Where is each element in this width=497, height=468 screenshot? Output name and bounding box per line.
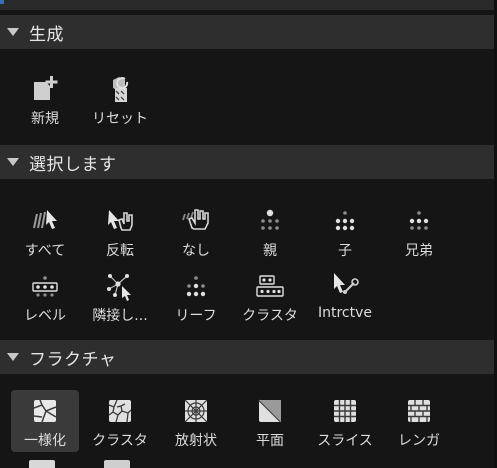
tool-child[interactable]: 子 xyxy=(311,200,379,262)
parent-icon xyxy=(261,209,279,230)
tool-label: なし xyxy=(182,243,210,259)
tool-brick-fracture[interactable]: レンガ xyxy=(385,390,453,452)
tool-label: 一様化 xyxy=(24,433,66,449)
cut-off-tool-icon xyxy=(104,460,130,468)
tool-label: 反転 xyxy=(106,243,134,259)
tool-new[interactable]: 新規 xyxy=(11,68,79,130)
section-header-select[interactable]: 選択します xyxy=(0,145,494,179)
tool-slice-fracture[interactable]: スライス xyxy=(311,390,379,452)
tool-label: リセット xyxy=(92,111,148,127)
new-mesh-icon xyxy=(34,76,58,100)
interactive-icon xyxy=(334,273,359,294)
tool-label: スライス xyxy=(317,433,373,449)
siblings-icon xyxy=(409,211,429,230)
tool-cluster-select[interactable]: クラスタ xyxy=(236,265,304,327)
select-none-icon xyxy=(182,209,209,230)
child-icon xyxy=(335,211,355,231)
tool-label: 兄弟 xyxy=(405,243,433,259)
tool-label: 隣接し... xyxy=(92,308,148,324)
tool-select-all[interactable]: すべて xyxy=(11,200,79,262)
section-title: フラクチャ xyxy=(29,349,117,370)
tool-parent[interactable]: 親 xyxy=(236,200,304,262)
tool-label: Intrctve xyxy=(317,305,373,321)
radial-fracture-icon xyxy=(184,399,208,423)
collapse-arrow-icon[interactable] xyxy=(7,353,19,361)
tool-label: 新規 xyxy=(31,111,59,127)
corner-marker xyxy=(0,0,4,4)
invert-selection-icon xyxy=(108,210,133,231)
tool-reset[interactable]: リセット xyxy=(86,68,154,130)
top-strip xyxy=(0,0,494,10)
tool-cluster-fracture[interactable]: クラスタ xyxy=(86,390,154,452)
tool-label: リーフ xyxy=(175,308,217,324)
leaf-icon xyxy=(186,276,206,297)
tool-select-none[interactable]: なし xyxy=(162,200,230,262)
level-icon xyxy=(32,276,58,297)
tool-label: レベル xyxy=(24,308,66,324)
section-header-fracture[interactable]: フラクチャ xyxy=(0,340,494,374)
tool-label: 放射状 xyxy=(175,433,217,449)
tool-label: レンガ xyxy=(398,433,440,449)
tool-label: クラスタ xyxy=(92,433,148,449)
tool-leaf[interactable]: リーフ xyxy=(162,265,230,327)
uniform-fracture-icon xyxy=(33,399,57,423)
section-title: 選択します xyxy=(29,154,117,175)
tool-label: 子 xyxy=(338,243,352,259)
collapse-arrow-icon[interactable] xyxy=(7,28,19,36)
reset-icon xyxy=(113,77,129,102)
tool-planar-fracture[interactable]: 平面 xyxy=(236,390,304,452)
collapse-arrow-icon[interactable] xyxy=(7,158,19,166)
section-header-generate[interactable]: 生成 xyxy=(0,15,494,49)
cluster-select-icon xyxy=(256,275,284,297)
section-title: 生成 xyxy=(29,24,64,45)
planar-fracture-icon xyxy=(258,399,282,423)
tool-label: すべて xyxy=(24,243,66,259)
tool-radial-fracture[interactable]: 放射状 xyxy=(162,390,230,452)
tool-invert[interactable]: 反転 xyxy=(86,200,154,262)
tool-level[interactable]: レベル xyxy=(11,265,79,327)
tool-neighbors[interactable]: 隣接し... xyxy=(86,265,154,327)
select-all-icon xyxy=(33,210,57,229)
tool-siblings[interactable]: 兄弟 xyxy=(385,200,453,262)
tool-interactive[interactable]: Intrctve xyxy=(311,265,379,327)
tool-label: クラスタ xyxy=(242,308,298,324)
cut-off-tool-icon xyxy=(29,460,55,468)
tool-uniform-fracture[interactable]: 一様化 xyxy=(11,390,79,452)
tool-label: 親 xyxy=(263,243,277,259)
brick-fracture-icon xyxy=(408,400,430,422)
slice-fracture-icon xyxy=(334,400,356,422)
cluster-fracture-icon xyxy=(108,399,132,423)
neighbors-icon xyxy=(107,274,131,301)
tool-label: 平面 xyxy=(256,433,284,449)
